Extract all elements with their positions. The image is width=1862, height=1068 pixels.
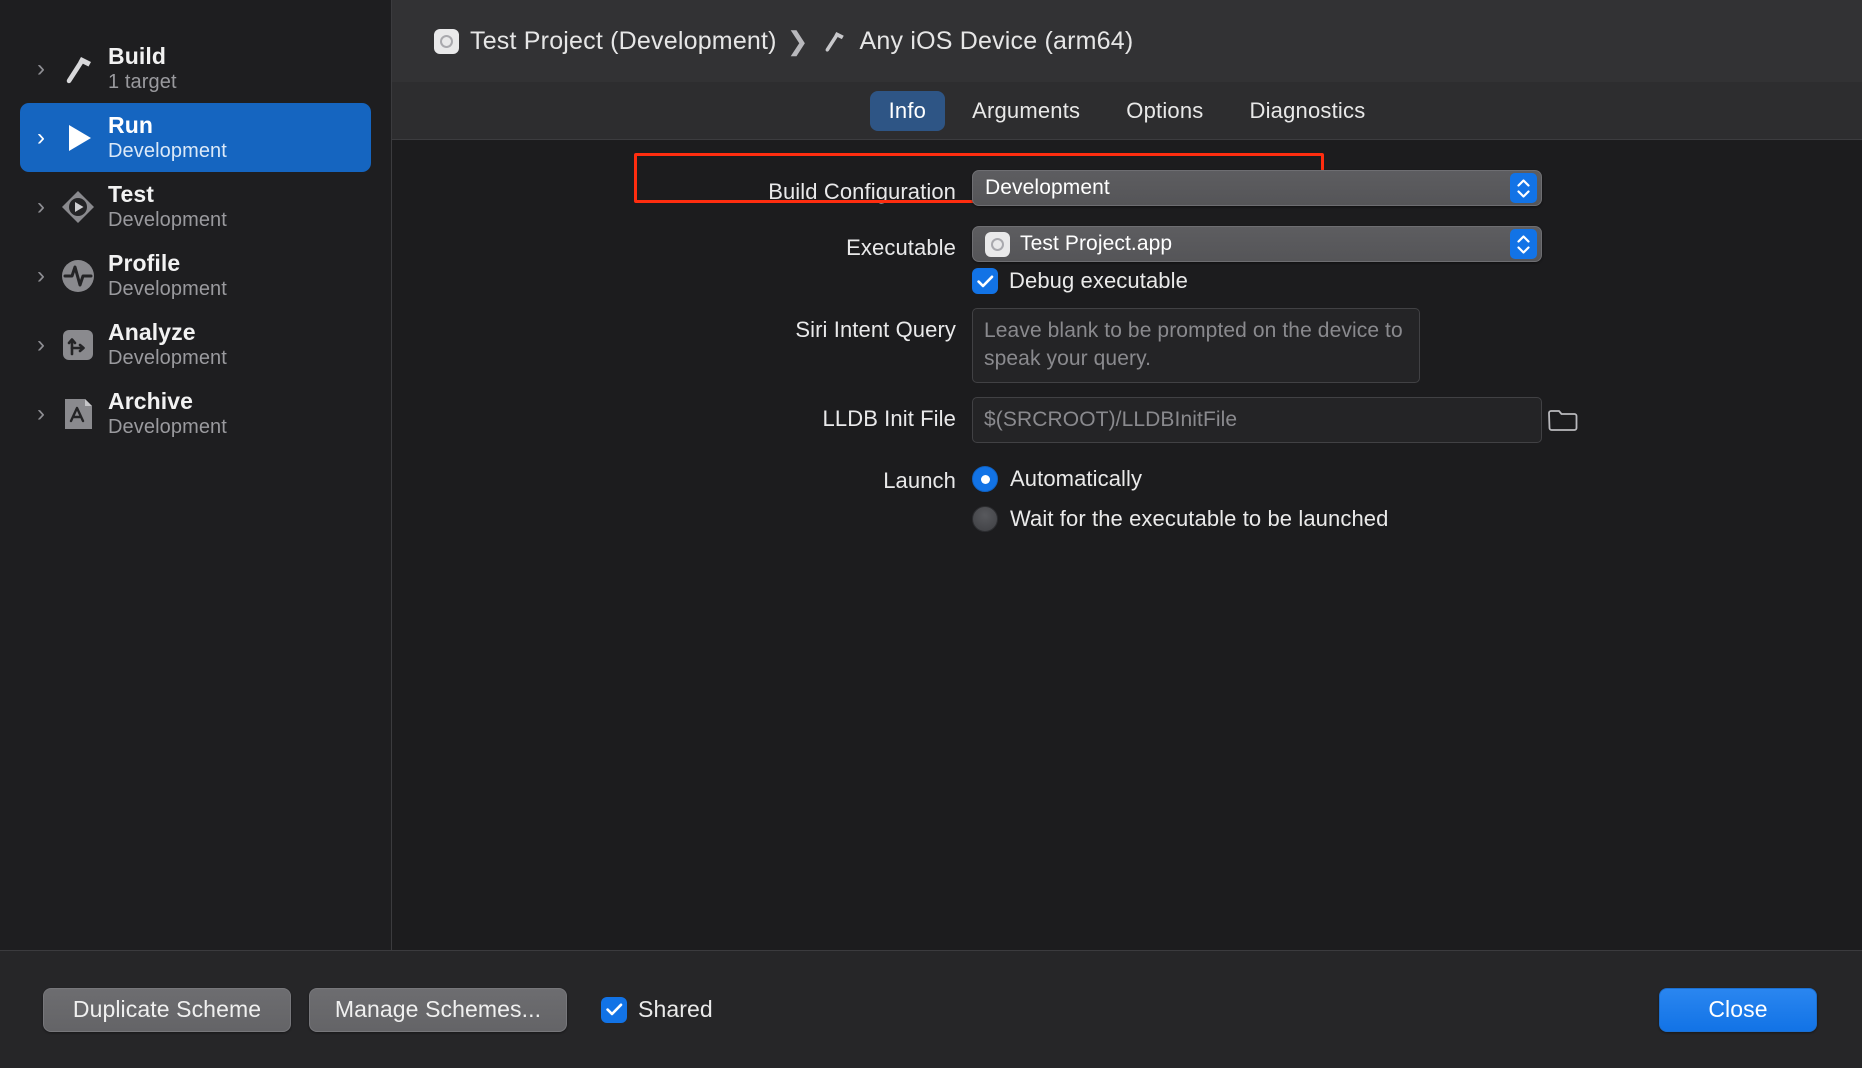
test-diamond-icon xyxy=(56,185,100,229)
info-form: Build Configuration Development Executab… xyxy=(392,140,1862,950)
launch-field: Automatically Wait for the executable to… xyxy=(972,459,1862,539)
lldb-init-file-input[interactable]: $(SRCROOT)/LLDBInitFile xyxy=(972,396,1542,444)
app-icon xyxy=(434,28,459,54)
sidebar-item-profile[interactable]: › Profile Development xyxy=(20,241,371,310)
debug-executable-row[interactable]: Debug executable xyxy=(972,268,1862,294)
tab-bar: Info Arguments Options Diagnostics xyxy=(392,82,1862,140)
debug-executable-checkbox[interactable] xyxy=(972,268,998,294)
lldb-init-file-field: $(SRCROOT)/LLDBInitFile xyxy=(972,396,1862,444)
chevron-right-icon: ❯ xyxy=(786,25,809,56)
launch-label: Launch xyxy=(883,468,956,494)
app-icon xyxy=(985,231,1010,257)
sidebar-item-text: Test Development xyxy=(108,181,227,231)
breadcrumb: Test Project (Development) ❯ Any iOS Dev… xyxy=(392,0,1862,82)
debug-executable-label: Debug executable xyxy=(1009,268,1188,293)
chevron-up-down-icon[interactable] xyxy=(1510,173,1537,203)
executable-popup[interactable]: Test Project.app xyxy=(972,226,1542,262)
lldb-init-file-row: LLDB Init File $(SRCROOT)/LLDBInitFile xyxy=(392,396,1862,444)
sidebar-item-title: Test xyxy=(108,181,154,208)
build-configuration-popup[interactable]: Development xyxy=(972,170,1542,206)
chevron-up-down-icon[interactable] xyxy=(1510,229,1537,259)
executable-label: Executable xyxy=(846,235,956,260)
sidebar-item-title: Run xyxy=(108,112,154,139)
detail-pane: Test Project (Development) ❯ Any iOS Dev… xyxy=(392,0,1862,950)
duplicate-scheme-button[interactable]: Duplicate Scheme xyxy=(43,987,291,1032)
chevron-right-icon[interactable]: › xyxy=(26,194,56,219)
sidebar-item-build[interactable]: › Build 1 target xyxy=(20,34,371,103)
folder-icon[interactable] xyxy=(1544,401,1582,439)
radio-wait-for-executable[interactable] xyxy=(972,506,998,533)
sidebar-item-subtitle: Development xyxy=(108,415,227,438)
sidebar-item-title: Build xyxy=(108,43,166,70)
hammer-icon xyxy=(819,26,849,56)
executable-row: Executable Test Project.app Debug execut… xyxy=(392,226,1862,294)
sidebar-item-text: Build 1 target xyxy=(108,43,177,93)
tab-diagnostics[interactable]: Diagnostics xyxy=(1230,91,1384,131)
siri-intent-query-row: Siri Intent Query Leave blank to be prom… xyxy=(392,308,1862,383)
manage-schemes-button[interactable]: Manage Schemes... xyxy=(309,987,567,1032)
scheme-editor-window: › Build 1 target › Run Development › Tes… xyxy=(0,0,1862,1068)
breadcrumb-destination[interactable]: Any iOS Device (arm64) xyxy=(819,26,1134,56)
siri-intent-query-label: Siri Intent Query xyxy=(795,317,956,342)
executable-value: Test Project.app xyxy=(1020,232,1173,255)
analyze-icon xyxy=(56,323,100,367)
breadcrumb-scheme-label: Test Project (Development) xyxy=(470,26,777,55)
launch-row: Launch Automatically Wait for the execut… xyxy=(392,459,1862,539)
siri-intent-query-input[interactable]: Leave blank to be prompted on the device… xyxy=(972,308,1420,383)
shared-label: Shared xyxy=(638,996,713,1022)
sidebar-item-text: Profile Development xyxy=(108,250,227,300)
hammer-icon xyxy=(56,47,100,91)
sidebar-item-title: Profile xyxy=(108,250,181,277)
lldb-init-file-label: LLDB Init File xyxy=(822,405,956,431)
chevron-right-icon[interactable]: › xyxy=(26,263,56,288)
sidebar-item-subtitle: Development xyxy=(108,346,227,369)
breadcrumb-destination-label: Any iOS Device (arm64) xyxy=(859,26,1134,55)
archive-icon xyxy=(56,392,100,436)
chevron-right-icon[interactable]: › xyxy=(26,125,56,150)
sidebar-item-subtitle: Development xyxy=(108,277,227,300)
sidebar-item-run[interactable]: › Run Development xyxy=(20,103,371,172)
launch-option-wait-label: Wait for the executable to be launched xyxy=(1010,506,1389,532)
sidebar-item-test[interactable]: › Test Development xyxy=(20,172,371,241)
build-configuration-label: Build Configuration xyxy=(768,179,956,204)
launch-option-automatically-label: Automatically xyxy=(1010,466,1143,492)
shared-checkbox[interactable] xyxy=(601,996,627,1023)
chevron-right-icon[interactable]: › xyxy=(26,56,56,81)
chevron-right-icon[interactable]: › xyxy=(26,332,56,357)
breadcrumb-scheme[interactable]: Test Project (Development) xyxy=(434,27,777,56)
tab-arguments[interactable]: Arguments xyxy=(953,91,1099,131)
radio-automatically[interactable] xyxy=(972,466,998,493)
sidebar-item-subtitle: Development xyxy=(108,208,227,231)
build-configuration-field: Development xyxy=(972,170,1862,206)
launch-option-automatically[interactable]: Automatically xyxy=(972,459,1862,499)
build-configuration-value: Development xyxy=(985,176,1110,199)
sidebar-item-title: Analyze xyxy=(108,319,196,346)
close-button[interactable]: Close xyxy=(1659,987,1817,1032)
sidebar-item-archive[interactable]: › Archive Development xyxy=(20,379,371,448)
siri-intent-query-field: Leave blank to be prompted on the device… xyxy=(972,308,1862,383)
tab-options[interactable]: Options xyxy=(1107,91,1222,131)
tab-info[interactable]: Info xyxy=(869,90,946,131)
sidebar-item-subtitle: 1 target xyxy=(108,70,177,93)
launch-option-wait[interactable]: Wait for the executable to be launched xyxy=(972,499,1862,539)
shared-row[interactable]: Shared xyxy=(601,996,713,1023)
chevron-right-icon[interactable]: › xyxy=(26,401,56,426)
build-configuration-row: Build Configuration Development xyxy=(392,170,1862,214)
sidebar-item-text: Archive Development xyxy=(108,388,227,438)
sidebar-item-title: Archive xyxy=(108,388,194,415)
scheme-actions-sidebar: › Build 1 target › Run Development › Tes… xyxy=(0,0,392,950)
play-icon xyxy=(56,116,100,160)
sidebar-item-text: Run Development xyxy=(108,112,227,162)
executable-field: Test Project.app Debug executable xyxy=(972,226,1862,294)
sidebar-item-subtitle: Development xyxy=(108,139,227,162)
sidebar-item-analyze[interactable]: › Analyze Development xyxy=(20,310,371,379)
pulse-icon xyxy=(56,254,100,298)
footer-toolbar: Duplicate Scheme Manage Schemes... Share… xyxy=(0,950,1862,1068)
sidebar-item-text: Analyze Development xyxy=(108,319,227,369)
window-body: › Build 1 target › Run Development › Tes… xyxy=(0,0,1862,950)
